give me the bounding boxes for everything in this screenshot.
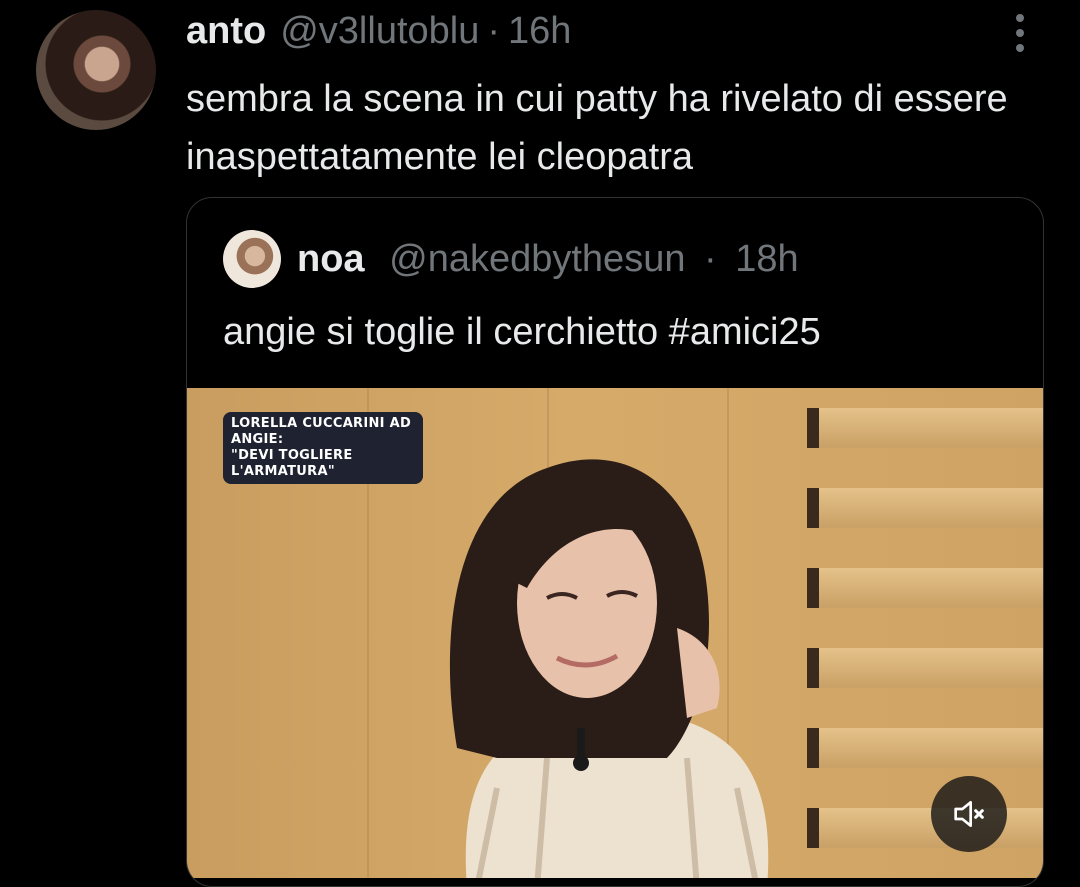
speaker-muted-icon[interactable] (931, 776, 1007, 852)
quoted-author-handle[interactable]: @nakedbythesun (389, 238, 685, 280)
video-frame-person (449, 459, 769, 878)
tweet-text: sembra la scena in cui patty ha rivelato… (186, 78, 1008, 178)
more-vertical-icon[interactable] (1004, 12, 1036, 54)
quoted-header-separator: · (704, 238, 717, 280)
video-caption-overlay: LORELLA CUCCARINI AD ANGIE: "DEVI TOGLIE… (223, 412, 423, 484)
quoted-tweet-card[interactable]: noa @nakedbythesun · 18h angie si toglie… (186, 197, 1044, 887)
speaker-muted-glyph (954, 801, 984, 827)
quoted-tweet-time[interactable]: 18h (735, 238, 798, 280)
caption-line-2: "DEVI TOGLIERE L'ARMATURA" (231, 448, 353, 479)
author-handle[interactable]: @v3llutoblu (280, 8, 479, 54)
tweet-header: anto @v3llutoblu · 16h (186, 8, 571, 54)
quoted-tweet-header: noa @nakedbythesun · 18h (297, 236, 799, 282)
tweet-time[interactable]: 16h (508, 8, 571, 54)
author-avatar[interactable] (36, 10, 156, 130)
author-name[interactable]: anto (186, 8, 266, 54)
video-player[interactable]: LORELLA CUCCARINI AD ANGIE: "DEVI TOGLIE… (187, 388, 1043, 878)
caption-line-1: LORELLA CUCCARINI AD ANGIE: (231, 416, 412, 447)
header-separator: · (487, 10, 501, 52)
quoted-tweet-text: angie si toglie il cerchietto #amici25 (223, 311, 821, 353)
quoted-author-name[interactable]: noa (297, 238, 365, 280)
quoted-author-avatar[interactable] (223, 230, 281, 288)
